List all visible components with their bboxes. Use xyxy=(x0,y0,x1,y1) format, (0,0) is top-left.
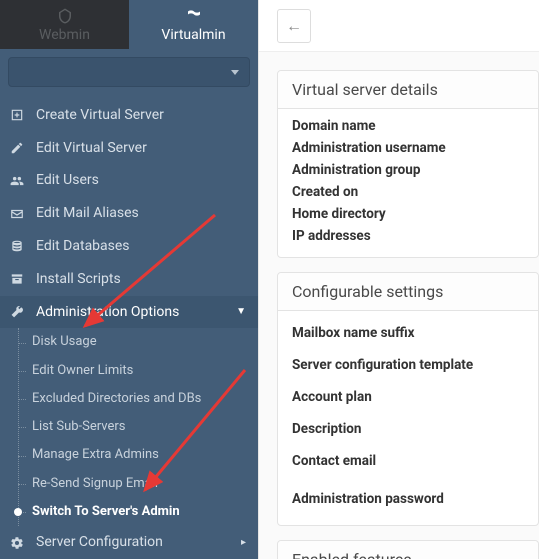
subnav-excluded-dirs-dbs[interactable]: Excluded Directories and DBs xyxy=(0,385,258,413)
subnav-label: Excluded Directories and DBs xyxy=(32,391,201,407)
sidebar-nav: Create Virtual Server Edit Virtual Serve… xyxy=(0,99,258,329)
subnav-disk-usage[interactable]: Disk Usage xyxy=(0,328,258,356)
panel-heading: Configurable settings xyxy=(278,273,538,311)
nav-edit-users[interactable]: Edit Users xyxy=(0,164,258,197)
nav-create-virtual-server[interactable]: Create Virtual Server xyxy=(0,99,258,132)
nav-label: Server Configuration xyxy=(36,534,163,551)
arrow-left-icon: ← xyxy=(286,16,302,36)
label-domain-name: Domain name xyxy=(292,115,524,137)
nav-install-scripts[interactable]: Install Scripts xyxy=(0,263,258,296)
label-server-template: Server configuration template xyxy=(292,349,524,381)
nav-label: Edit Databases xyxy=(36,238,130,255)
main-content: ← Virtual server details Domain name Adm… xyxy=(258,0,539,559)
nav-label: Create Virtual Server xyxy=(36,107,164,124)
panel-heading: Virtual server details xyxy=(278,71,538,109)
archive-icon xyxy=(10,272,26,286)
tab-virtualmin[interactable]: Virtualmin xyxy=(129,0,258,49)
subnav-resend-signup-email[interactable]: Re-Send Signup Email xyxy=(0,470,258,498)
subnav-label: Edit Owner Limits xyxy=(32,363,133,379)
subnav-edit-owner-limits[interactable]: Edit Owner Limits xyxy=(0,357,258,385)
label-contact-email: Contact email xyxy=(292,445,524,477)
nav-label: Edit Users xyxy=(36,172,99,189)
subnav-label: Re-Send Signup Email xyxy=(32,476,158,492)
subnav-list-sub-servers[interactable]: List Sub-Servers xyxy=(0,413,258,441)
virtualmin-icon xyxy=(185,7,203,25)
back-button[interactable]: ← xyxy=(277,9,311,43)
label-home-directory: Home directory xyxy=(292,203,524,225)
nav-edit-mail-aliases[interactable]: Edit Mail Aliases xyxy=(0,197,258,230)
label-description: Description xyxy=(292,413,524,445)
subnav-switch-to-servers-admin[interactable]: Switch To Server's Admin xyxy=(0,498,258,526)
tab-webmin-label: Webmin xyxy=(39,27,90,43)
topbar: ← xyxy=(259,0,539,52)
nav-administration-options[interactable]: Administration Options ▼ xyxy=(0,296,258,329)
sidebar-nav-lower: Server Configuration ▸ xyxy=(0,526,258,559)
nav-label: Edit Virtual Server xyxy=(36,140,147,157)
cogs-icon xyxy=(10,536,26,550)
subnav-manage-extra-admins[interactable]: Manage Extra Admins xyxy=(0,441,258,469)
subnav-label: Disk Usage xyxy=(32,334,97,350)
panel-heading: Enabled features xyxy=(278,541,538,559)
caret-down-icon: ▼ xyxy=(236,306,246,318)
nav-edit-virtual-server[interactable]: Edit Virtual Server xyxy=(0,132,258,165)
subnav-label: Switch To Server's Admin xyxy=(32,504,180,520)
panel-enabled-features: Enabled features xyxy=(277,540,539,559)
nav-edit-databases[interactable]: Edit Databases xyxy=(0,230,258,263)
plus-square-icon xyxy=(10,108,26,122)
label-admin-password: Administration password xyxy=(292,477,524,515)
label-ip-addresses: IP addresses xyxy=(292,225,524,247)
product-tabs: Webmin Virtualmin xyxy=(0,0,258,49)
envelope-icon xyxy=(10,207,26,221)
label-admin-group: Administration group xyxy=(292,159,524,181)
nav-label: Install Scripts xyxy=(36,271,121,288)
label-mailbox-suffix: Mailbox name suffix xyxy=(292,317,524,349)
sidebar: Webmin Virtualmin Create Virtual Server … xyxy=(0,0,258,559)
nav-label: Administration Options xyxy=(36,304,179,321)
database-icon xyxy=(10,239,26,253)
tab-webmin[interactable]: Webmin xyxy=(0,0,129,49)
label-account-plan: Account plan xyxy=(292,381,524,413)
domain-dropdown[interactable] xyxy=(8,57,250,87)
subnav-label: Manage Extra Admins xyxy=(32,447,159,463)
wrench-icon xyxy=(10,305,26,319)
admin-options-submenu: Disk Usage Edit Owner Limits Excluded Di… xyxy=(0,328,258,526)
caret-right-icon: ▸ xyxy=(241,537,246,549)
panel-virtual-server-details: Virtual server details Domain name Admin… xyxy=(277,70,539,258)
webmin-icon xyxy=(56,7,74,25)
label-admin-username: Administration username xyxy=(292,137,524,159)
nav-server-configuration[interactable]: Server Configuration ▸ xyxy=(0,526,258,559)
tab-virtualmin-label: Virtualmin xyxy=(161,27,225,43)
nav-label: Edit Mail Aliases xyxy=(36,205,139,222)
panel-configurable-settings: Configurable settings Mailbox name suffi… xyxy=(277,272,539,526)
subnav-label: List Sub-Servers xyxy=(32,419,125,435)
pencil-square-icon xyxy=(10,141,26,155)
users-icon xyxy=(10,174,26,188)
label-created-on: Created on xyxy=(292,181,524,203)
